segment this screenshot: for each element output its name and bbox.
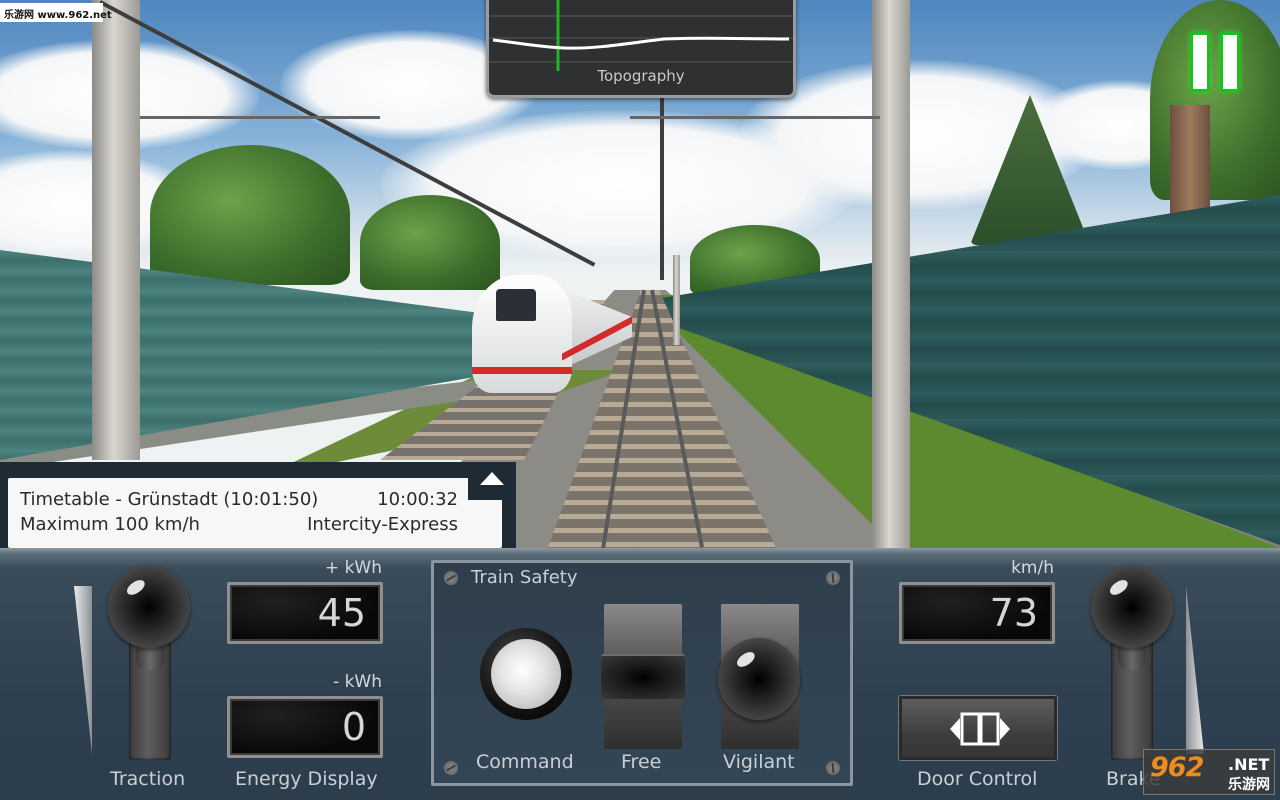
train-safety-panel: Train Safety Command Free Vigilant [431, 560, 853, 786]
oncoming-train [472, 275, 632, 393]
screw-icon [826, 761, 840, 775]
door-control-button[interactable] [899, 696, 1057, 760]
control-dashboard: Traction + kWh 45 - kWh 0 Energy Display… [0, 548, 1280, 800]
screw-icon [826, 571, 840, 585]
topography-title: Topography [597, 67, 685, 85]
train-type: Intercity-Express [307, 514, 458, 535]
collapse-up-triangle-icon[interactable] [480, 470, 504, 488]
brake-lever-knob[interactable] [1091, 566, 1173, 648]
watermark-top: 乐游网 www.962.net [0, 3, 112, 22]
train-stripe [472, 367, 572, 374]
catenary-wire [630, 116, 880, 119]
screw-icon [444, 571, 458, 585]
train-safety-title: Train Safety [471, 567, 578, 588]
command-button[interactable] [480, 628, 572, 720]
command-label: Command [476, 751, 574, 773]
timetable-row: Maximum 100 km/h Intercity-Express [20, 512, 458, 537]
catenary-wire [140, 116, 380, 119]
command-button-light [491, 639, 561, 709]
free-label: Free [621, 751, 662, 773]
watermark-cn: 乐游网 [1228, 777, 1270, 793]
energy-display-label: Energy Display [235, 768, 378, 790]
traction-lever-knob[interactable] [108, 566, 190, 648]
traction-label: Traction [110, 768, 186, 790]
catenary-pole [872, 0, 910, 548]
door-control-label: Door Control [917, 768, 1038, 790]
chimney [1170, 105, 1210, 220]
trees [150, 145, 350, 285]
screw-icon [444, 761, 458, 775]
timetable-content: Timetable - Grünstadt (10:01:50) 10:00:3… [8, 478, 502, 548]
vigilant-switch[interactable] [718, 604, 800, 749]
elevation-profile [492, 36, 790, 50]
catenary-pole [673, 255, 680, 345]
speed-unit: km/h [1011, 558, 1054, 578]
free-switch-handle [601, 654, 685, 699]
vigilant-button-knob[interactable] [718, 638, 800, 720]
speed-display: 73 [899, 582, 1055, 644]
energy-minus-unit: - kWh [333, 672, 382, 692]
vigilant-label: Vigilant [723, 751, 795, 773]
watermark-bottom: 962 .NET 乐游网 [1143, 749, 1275, 795]
timetable-panel: Timetable - Grünstadt (10:01:50) 10:00:3… [0, 462, 516, 548]
door-open-arrows-icon [950, 712, 1010, 746]
energy-plus-display: 45 [227, 582, 383, 644]
train-windshield [496, 289, 536, 321]
traction-scale-icon [74, 586, 92, 754]
timetable-destination: Timetable - Grünstadt (10:01:50) [20, 489, 319, 510]
train-body [562, 289, 632, 369]
topography-panel: Topography [486, 0, 796, 98]
watermark-net: .NET [1228, 755, 1270, 774]
pause-button[interactable] [1186, 30, 1244, 94]
free-switch[interactable] [601, 604, 685, 749]
brake-scale-icon [1186, 586, 1204, 754]
catenary-pole [92, 0, 140, 460]
energy-minus-display: 0 [227, 696, 383, 758]
watermark-number: 962 [1150, 752, 1204, 783]
timetable-row: Timetable - Grünstadt (10:01:50) 10:00:3… [20, 487, 458, 512]
current-time: 10:00:32 [377, 489, 458, 510]
energy-plus-unit: + kWh [324, 558, 382, 578]
speed-limit: Maximum 100 km/h [20, 514, 200, 535]
